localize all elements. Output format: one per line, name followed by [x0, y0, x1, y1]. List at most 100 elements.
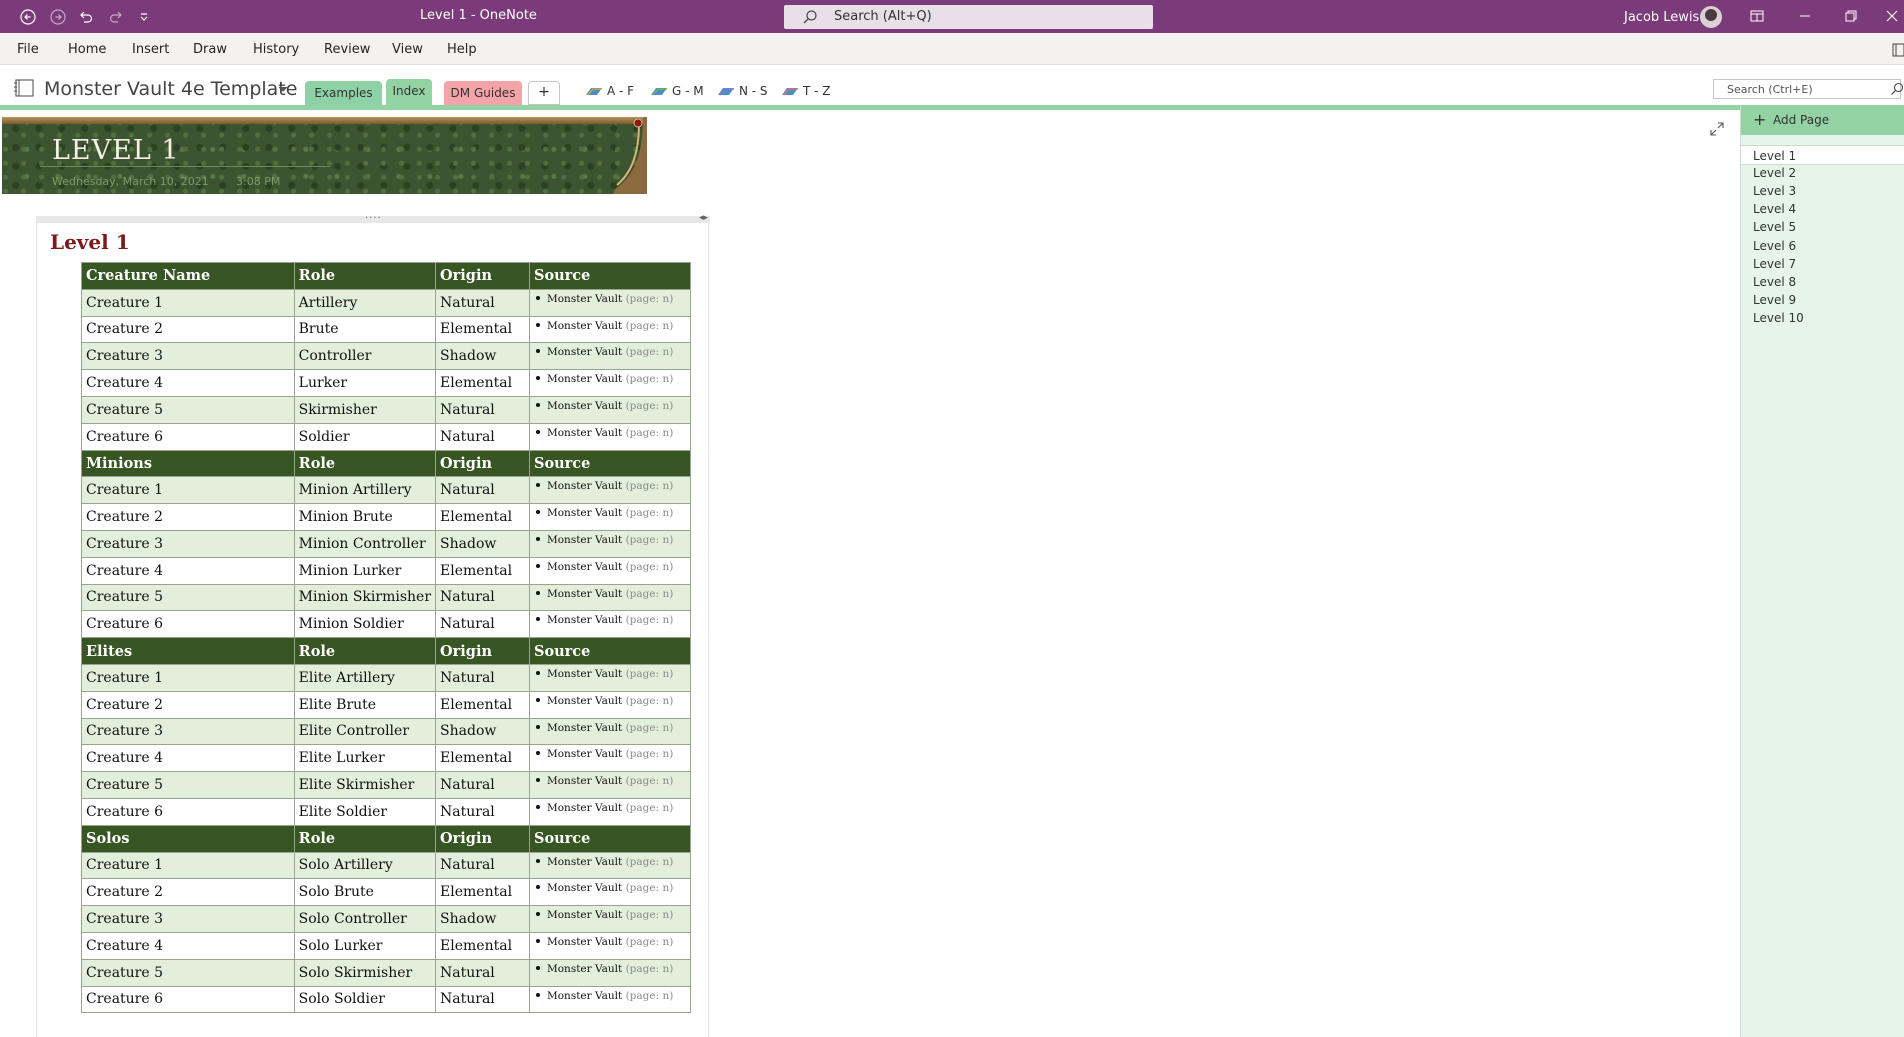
page-item-4[interactable]: Level 4 — [1741, 199, 1904, 219]
tab-examples[interactable]: Examples — [305, 81, 382, 105]
table-header-cell[interactable]: Solos — [81, 824, 295, 853]
source-cell[interactable]: Monster Vault (page: n) — [528, 503, 692, 531]
customize-toolbar-button[interactable] — [130, 7, 158, 27]
table-cell[interactable]: Creature 5 — [81, 958, 295, 987]
avatar[interactable] — [1700, 6, 1722, 28]
table-cell[interactable]: Lurker — [293, 369, 437, 397]
page-canvas[interactable]: LEVEL 1 Wednesday, March 10, 2021 3:08 P… — [0, 110, 1740, 1037]
table-cell[interactable]: Creature 1 — [81, 288, 295, 317]
menu-draw[interactable]: Draw — [193, 42, 227, 57]
table-cell[interactable]: Elite Brute — [293, 690, 437, 719]
table-cell[interactable]: Solo Artillery — [293, 851, 437, 880]
table-cell[interactable]: Creature 4 — [81, 556, 295, 585]
table-cell[interactable]: Creature 4 — [81, 931, 295, 960]
page-item-7[interactable]: Level 7 — [1741, 254, 1904, 274]
table-header-cell[interactable]: Source — [528, 262, 692, 290]
menu-review[interactable]: Review — [324, 42, 370, 57]
table-header-cell[interactable]: Role — [293, 449, 437, 478]
table-cell[interactable]: Natural — [435, 958, 530, 987]
table-cell[interactable]: Creature 6 — [81, 422, 295, 451]
table-cell[interactable]: Elemental — [435, 744, 530, 773]
source-cell[interactable]: Monster Vault (page: n) — [528, 315, 692, 344]
table-cell[interactable]: Elemental — [435, 315, 530, 344]
table-cell[interactable]: Minion Lurker — [293, 556, 437, 585]
section-group-n-s[interactable]: N - S — [717, 84, 768, 98]
table-cell[interactable]: Creature 1 — [81, 663, 295, 692]
pane-toggle-icon[interactable] — [1892, 43, 1904, 57]
table-cell[interactable]: Creature 6 — [81, 610, 295, 639]
add-section-button[interactable]: + — [528, 81, 560, 105]
source-cell[interactable]: Monster Vault (page: n) — [528, 931, 692, 960]
table-cell[interactable]: Creature 5 — [81, 771, 295, 799]
table-cell[interactable]: Soldier — [293, 422, 437, 451]
redo-button[interactable] — [102, 7, 130, 27]
table-header-cell[interactable]: Origin — [435, 449, 530, 478]
source-cell[interactable]: Monster Vault (page: n) — [528, 342, 692, 371]
forward-button[interactable] — [44, 7, 72, 27]
table-cell[interactable]: Natural — [435, 985, 530, 1014]
table-cell[interactable]: Creature 6 — [81, 985, 295, 1014]
table-cell[interactable]: Creature 5 — [81, 395, 295, 424]
menu-file[interactable]: File — [17, 42, 39, 57]
table-cell[interactable]: Solo Soldier — [293, 985, 437, 1014]
table-cell[interactable]: Shadow — [435, 342, 530, 371]
page-item-2[interactable]: Level 2 — [1741, 163, 1904, 183]
menu-insert[interactable]: Insert — [132, 42, 169, 57]
table-cell[interactable]: Elemental — [435, 556, 530, 585]
table-cell[interactable]: Minion Artillery — [293, 476, 437, 505]
minimize-button[interactable] — [1790, 5, 1820, 27]
notebook-search-input[interactable]: Search (Ctrl+E) — [1713, 79, 1904, 99]
table-cell[interactable]: Solo Skirmisher — [293, 958, 437, 987]
tab-dm-guides[interactable]: DM Guides — [444, 81, 522, 105]
table-cell[interactable]: Brute — [293, 315, 437, 344]
table-cell[interactable]: Elite Artillery — [293, 663, 437, 692]
notebook-name[interactable]: Monster Vault 4e Template — [44, 78, 297, 100]
table-cell[interactable]: Solo Lurker — [293, 931, 437, 960]
table-cell[interactable]: Shadow — [435, 717, 530, 746]
close-button[interactable] — [1880, 5, 1904, 27]
section-group-g-m[interactable]: G - M — [650, 84, 704, 98]
source-cell[interactable]: Monster Vault (page: n) — [528, 878, 692, 907]
table-header-cell[interactable]: Source — [528, 637, 692, 665]
table-cell[interactable]: Elite Lurker — [293, 744, 437, 773]
source-cell[interactable]: Monster Vault (page: n) — [528, 744, 692, 773]
table-cell[interactable]: Elemental — [435, 503, 530, 531]
table-cell[interactable]: Elite Skirmisher — [293, 771, 437, 799]
table-cell[interactable]: Creature 3 — [81, 342, 295, 371]
source-cell[interactable]: Monster Vault (page: n) — [528, 556, 692, 585]
resize-handle-icon[interactable]: ◂▸ — [699, 213, 708, 223]
table-cell[interactable]: Natural — [435, 797, 530, 826]
table-header-cell[interactable]: Creature Name — [81, 262, 295, 290]
table-cell[interactable]: Elite Controller — [293, 717, 437, 746]
back-button[interactable] — [14, 7, 42, 27]
table-cell[interactable]: Creature 1 — [81, 476, 295, 505]
table-header-cell[interactable]: Role — [293, 637, 437, 665]
table-cell[interactable]: Creature 2 — [81, 690, 295, 719]
table-cell[interactable]: Skirmisher — [293, 395, 437, 424]
table-cell[interactable]: Creature 3 — [81, 717, 295, 746]
table-cell[interactable]: Elemental — [435, 931, 530, 960]
table-header-cell[interactable]: Role — [293, 824, 437, 853]
table-cell[interactable]: Natural — [435, 610, 530, 639]
source-cell[interactable]: Monster Vault (page: n) — [528, 958, 692, 987]
table-cell[interactable]: Elemental — [435, 690, 530, 719]
page-item-6[interactable]: Level 6 — [1741, 236, 1904, 256]
source-cell[interactable]: Monster Vault (page: n) — [528, 797, 692, 826]
page-item-5[interactable]: Level 5 — [1741, 217, 1904, 237]
search-input[interactable]: Search (Alt+Q) — [784, 5, 1153, 29]
table-cell[interactable]: Natural — [435, 583, 530, 612]
table-cell[interactable]: Creature 6 — [81, 797, 295, 826]
source-cell[interactable]: Monster Vault (page: n) — [528, 369, 692, 397]
page-item-10[interactable]: Level 10 — [1741, 308, 1904, 328]
table-cell[interactable]: Elite Soldier — [293, 797, 437, 826]
table-cell[interactable]: Elemental — [435, 878, 530, 907]
source-cell[interactable]: Monster Vault (page: n) — [528, 395, 692, 424]
table-cell[interactable]: Natural — [435, 422, 530, 451]
table-cell[interactable]: Natural — [435, 395, 530, 424]
chevron-down-icon[interactable] — [278, 85, 288, 93]
table-cell[interactable]: Creature 2 — [81, 503, 295, 531]
table-header-cell[interactable]: Source — [528, 449, 692, 478]
table-header-cell[interactable]: Source — [528, 824, 692, 853]
table-cell[interactable]: Shadow — [435, 529, 530, 558]
page-item-8[interactable]: Level 8 — [1741, 272, 1904, 292]
